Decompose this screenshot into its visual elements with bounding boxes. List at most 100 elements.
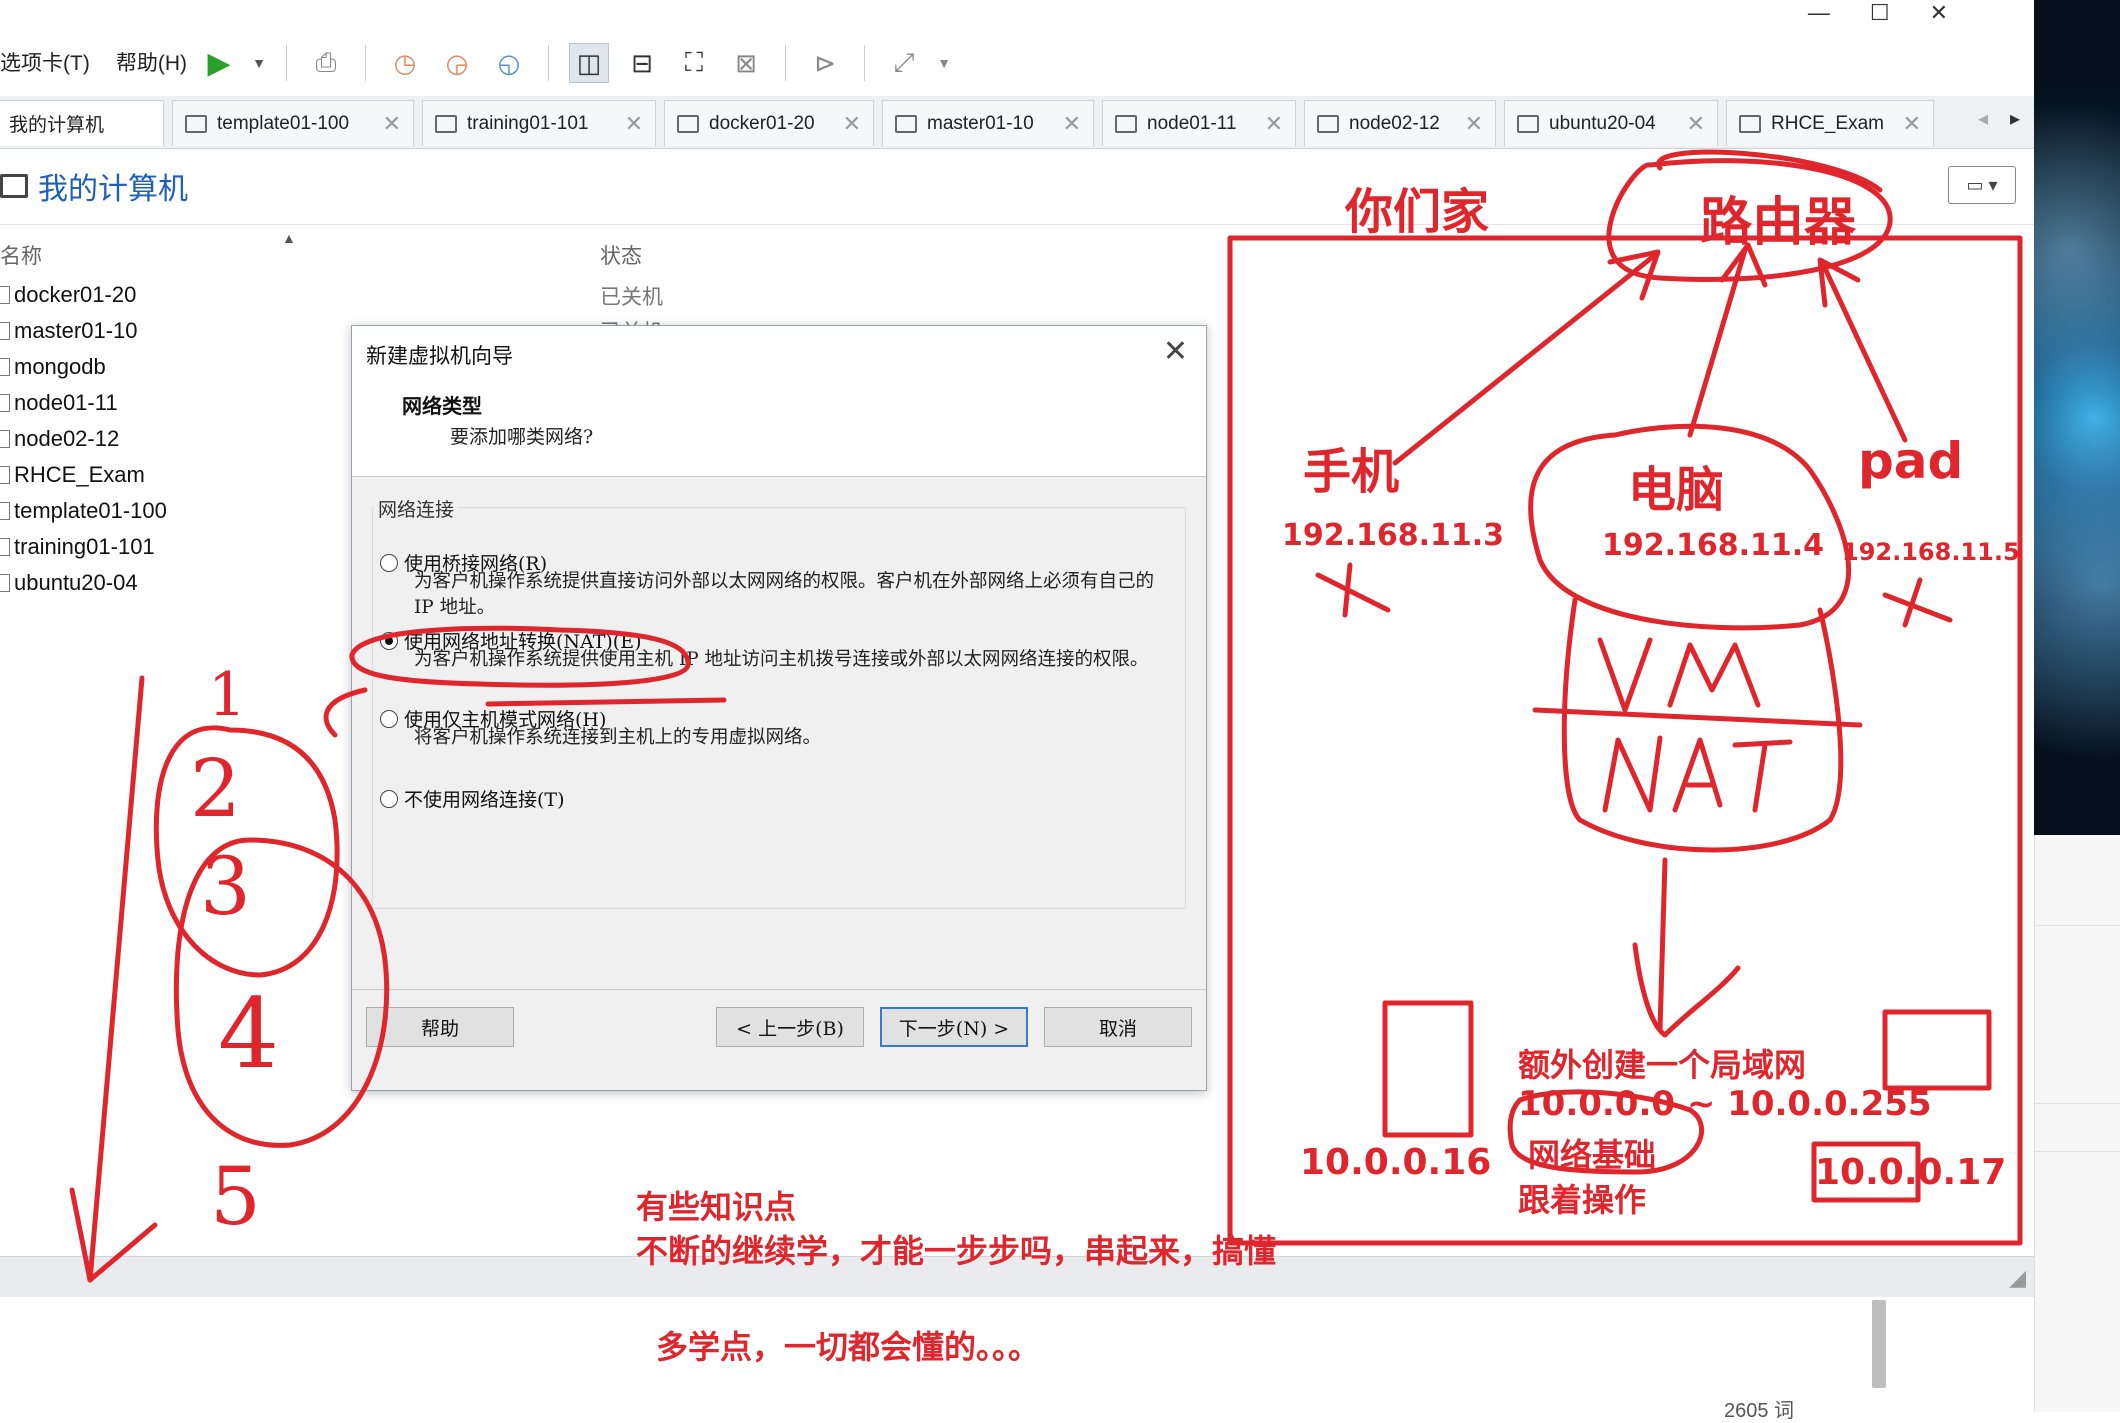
annotation-note-1: 有些知识点 (636, 1188, 797, 1226)
next-button[interactable]: 下一步(N) > (880, 1007, 1028, 1047)
column-header-name[interactable]: 名称 (0, 240, 42, 270)
view-toggle-button[interactable]: ▭ ▾ (1948, 166, 2016, 204)
scrollbar[interactable] (1872, 1300, 1886, 1388)
list-item[interactable]: docker01-20 (0, 277, 167, 313)
maximize-button[interactable]: ☐ (1870, 0, 1890, 26)
tab-docker01-20[interactable]: docker01-20 ✕ (664, 100, 874, 146)
tab-rhce-exam[interactable]: RHCE_Exam ✕ (1726, 100, 1934, 146)
nat-description: 为客户机操作系统提供使用主机 IP 地址访问主机拨号连接或外部以太网网络连接的权… (414, 649, 1149, 670)
menu-tabs[interactable]: 选项卡(T) (0, 47, 90, 77)
annotation-follow: 跟着操作 (1518, 1181, 1647, 1219)
tab-template01-100[interactable]: template01-100 ✕ (172, 100, 414, 146)
tab-scroll-right-icon[interactable]: ▸ (2010, 106, 2020, 131)
close-icon[interactable]: ✕ (1903, 111, 1921, 137)
vm-icon (0, 538, 10, 556)
annotation-lan-title: 额外创建一个局域网 (1518, 1046, 1807, 1084)
radio-button[interactable] (380, 789, 398, 808)
tab-ubuntu20-04[interactable]: ubuntu20-04 ✕ (1504, 100, 1718, 146)
vm-icon (677, 114, 699, 133)
vm-icon (0, 466, 10, 484)
annotation-step-3: 3 (200, 840, 251, 933)
stretch-icon[interactable]: ⤢ (885, 44, 923, 82)
page-title: 我的计算机 (0, 164, 188, 208)
tab-my-computer[interactable]: 我的计算机 (0, 100, 164, 146)
help-button[interactable]: 帮助 (366, 1007, 514, 1047)
annotation-ip-a: 10.0.0.16 (1300, 1142, 1492, 1183)
close-window-button[interactable]: ✕ (1930, 0, 1948, 26)
list-item[interactable]: node01-11 (0, 385, 167, 421)
annotation-note-3: 多学点，一切都会懂的。。。 (656, 1328, 1041, 1366)
chevron-down-icon[interactable]: ▼ (937, 44, 951, 82)
send-keys-icon[interactable]: ⎙ (307, 44, 345, 82)
revert-snapshot-icon[interactable]: ◶ (438, 44, 476, 82)
console-icon[interactable]: ⊳ (806, 44, 844, 82)
column-header-state[interactable]: 状态 (600, 240, 642, 270)
radio-button[interactable] (380, 553, 398, 572)
group-label: 网络连接 (374, 495, 459, 522)
radio-button-selected[interactable] (380, 631, 398, 650)
unity-icon[interactable]: ⊠ (727, 44, 765, 82)
annotation-home: 你们家 (1345, 184, 1490, 240)
list-item[interactable]: master01-10 (0, 313, 167, 349)
play-icon[interactable]: ▶ (200, 44, 238, 82)
sort-ascending-icon: ▲ (282, 230, 296, 246)
host-only-description: 将客户机操作系统连接到主机上的专用虚拟网络。 (414, 727, 822, 748)
close-icon[interactable]: ✕ (1465, 111, 1483, 137)
vm-icon (1317, 114, 1339, 133)
menu-help[interactable]: 帮助(H) (116, 47, 187, 77)
minimize-button[interactable]: — (1808, 0, 1830, 26)
annotation-pc-ip: 192.168.11.4 (1602, 528, 1825, 563)
vm-icon (435, 114, 457, 133)
vm-list: docker01-20 master01-10 mongodb node01-1… (0, 277, 167, 601)
annotation-step-2: 2 (190, 742, 241, 835)
back-button[interactable]: < 上一步(B) (716, 1007, 864, 1047)
close-icon[interactable]: ✕ (1687, 111, 1705, 137)
close-icon[interactable]: ✕ (1163, 334, 1188, 369)
resize-grip-icon[interactable]: ◢ (2009, 1265, 2026, 1291)
library-view-icon[interactable]: ◫ (569, 43, 609, 83)
tab-node02-12[interactable]: node02-12 ✕ (1304, 100, 1496, 146)
new-vm-wizard-dialog: 新建虚拟机向导 ✕ 网络类型 要添加哪类网络? 网络连接 使用桥接网络(R) 为… (351, 325, 1207, 1091)
annotation-phone: 手机 (1303, 444, 1400, 500)
annotation-note-2: 不断的继续学，才能一步步吗，串起来，搞懂 (636, 1232, 1277, 1270)
list-item[interactable]: template01-100 (0, 493, 167, 529)
list-item[interactable]: mongodb (0, 349, 167, 385)
vm-icon (1739, 114, 1761, 133)
vm-icon (0, 322, 10, 340)
close-icon[interactable]: ✕ (1063, 111, 1081, 137)
tab-master01-10[interactable]: master01-10 ✕ (882, 100, 1094, 146)
list-item[interactable]: training01-101 (0, 529, 167, 565)
annotation-lan-range: 10.0.0.0 ~ 10.0.0.255 (1518, 1084, 1932, 1124)
bridged-description: 为客户机操作系统提供直接访问外部以太网网络的权限。客户机在外部网络上必须有自己的… (414, 571, 1155, 618)
tab-scroll-left-icon[interactable]: ◂ (1978, 106, 1988, 131)
fullscreen-icon[interactable]: ⛶ (675, 44, 713, 82)
chevron-down-icon[interactable]: ▼ (252, 44, 266, 82)
list-item[interactable]: node02-12 (0, 421, 167, 457)
annotation-step-4: 4 (218, 978, 280, 1090)
vm-icon (895, 114, 917, 133)
computer-icon (0, 174, 28, 198)
dialog-subheading: 要添加哪类网络? (450, 426, 594, 448)
list-item[interactable]: ubuntu20-04 (0, 565, 167, 601)
vm-icon (1517, 114, 1539, 133)
snapshot-manager-icon[interactable]: ◵ (490, 44, 528, 82)
cancel-button[interactable]: 取消 (1044, 1007, 1192, 1047)
tab-training01-101[interactable]: training01-101 ✕ (422, 100, 656, 146)
no-network-radio[interactable]: 不使用网络连接(T) (380, 785, 565, 812)
close-icon[interactable]: ✕ (1265, 111, 1283, 137)
annotation-pad-ip: 192.168.11.5 (1842, 538, 2020, 566)
thumbnail-view-icon[interactable]: ⊟ (623, 44, 661, 82)
close-icon[interactable]: ✕ (843, 111, 861, 137)
annotation-net-basics: 网络基础 (1528, 1136, 1657, 1174)
vm-state: 已关机 (600, 286, 663, 309)
annotation-pad: pad (1858, 432, 1964, 490)
vm-icon (1115, 114, 1137, 133)
snapshot-icon[interactable]: ◷ (386, 44, 424, 82)
toolbar: ▶ ▼ ⎙ ◷ ◶ ◵ ◫ ⊟ ⛶ ⊠ ⊳ ⤢ ▼ (200, 38, 951, 88)
close-icon[interactable]: ✕ (383, 111, 401, 137)
close-icon[interactable]: ✕ (625, 111, 643, 137)
list-item[interactable]: RHCE_Exam (0, 457, 167, 493)
radio-button[interactable] (380, 709, 398, 728)
annotation-router: 路由器 (1700, 193, 1857, 253)
tab-node01-11[interactable]: node01-11 ✕ (1102, 100, 1296, 146)
